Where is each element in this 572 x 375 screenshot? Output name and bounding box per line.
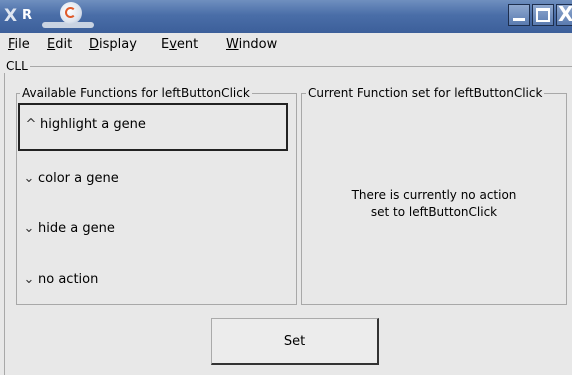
available-functions-title: Available Functions for leftButtonClick (20, 86, 252, 100)
option-no-action[interactable]: ⌄ no action (22, 272, 99, 287)
cll-frame-label: CLL (4, 59, 30, 73)
set-button[interactable]: Set (211, 318, 379, 365)
option-highlight-a-gene[interactable]: ^ highlight a gene (18, 103, 288, 151)
menu-display[interactable]: Display (89, 37, 137, 52)
menu-file-rest: ile (14, 37, 30, 52)
close-button[interactable]: X (556, 2, 572, 26)
no-action-message: There is currently no action set to left… (351, 188, 517, 219)
menu-file[interactable]: File (8, 37, 30, 52)
option-color-a-gene[interactable]: ⌄ color a gene (22, 171, 119, 186)
close-icon: X (558, 2, 572, 26)
title-bar[interactable]: X R X (0, 0, 572, 33)
menu-event[interactable]: Event (161, 37, 198, 52)
caret-down-icon: ⌄ (23, 272, 35, 287)
caret-down-icon: ⌄ (23, 221, 35, 236)
minimize-icon (513, 18, 525, 21)
maximize-icon (536, 8, 550, 22)
option-hide-a-gene[interactable]: ⌄ hide a gene (22, 221, 115, 236)
maximize-button[interactable] (532, 4, 554, 26)
caret-up-icon: ^ (25, 117, 37, 132)
r-window: X R X File Edit Display Event Window CLL… (0, 0, 572, 375)
menu-bar: File Edit Display Event Window (0, 33, 572, 57)
caret-down-icon: ⌄ (23, 171, 35, 186)
minimize-button[interactable] (508, 4, 530, 26)
menu-edit[interactable]: Edit (47, 37, 72, 52)
menu-window[interactable]: Window (226, 37, 277, 52)
swirl-logo-icon (60, 2, 82, 24)
current-function-title: Current Function set for leftButtonClick (306, 86, 545, 100)
